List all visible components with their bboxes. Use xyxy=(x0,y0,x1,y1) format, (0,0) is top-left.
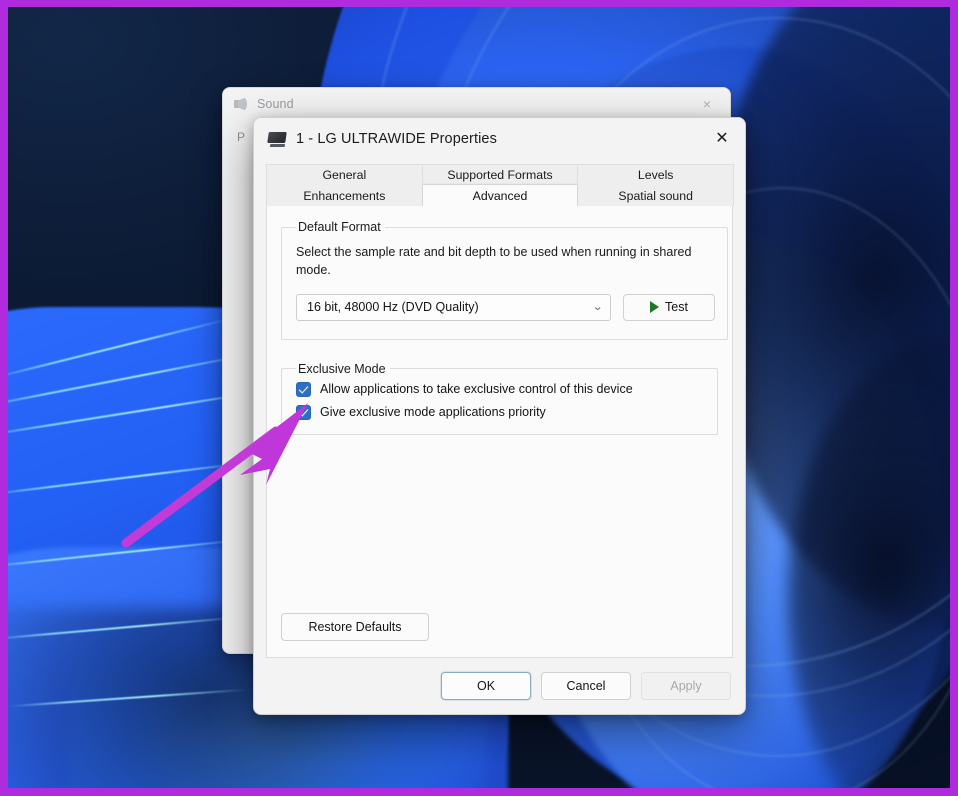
exclusive-mode-legend: Exclusive Mode xyxy=(296,362,390,376)
test-button[interactable]: Test xyxy=(623,294,715,321)
tab-spatial-sound[interactable]: Spatial sound xyxy=(577,185,734,206)
wallpaper-shadow-2 xyxy=(788,337,950,788)
checkbox-row-exclusive-priority[interactable]: Give exclusive mode applications priorit… xyxy=(296,405,705,420)
properties-dialog[interactable]: 1 - LG ULTRAWIDE Properties ✕ General Su… xyxy=(253,117,746,715)
sample-rate-dropdown[interactable]: 16 bit, 48000 Hz (DVD Quality) ⌄ xyxy=(296,294,611,321)
chevron-down-icon: ⌄ xyxy=(592,302,604,313)
checkbox-row-allow-exclusive-control[interactable]: Allow applications to take exclusive con… xyxy=(296,382,705,397)
wallpaper-streak-5 xyxy=(8,616,248,641)
screen-frame: Sound × P 1 - LG ULTRAWIDE Properties ✕ … xyxy=(0,0,958,796)
monitor-icon xyxy=(268,132,287,146)
test-button-label: Test xyxy=(665,300,688,314)
dialog-footer: OK Cancel Apply xyxy=(254,658,745,714)
properties-dialog-title: 1 - LG ULTRAWIDE Properties xyxy=(296,131,497,147)
default-format-row: 16 bit, 48000 Hz (DVD Quality) ⌄ Test xyxy=(296,294,715,321)
default-format-legend: Default Format xyxy=(296,220,385,234)
sound-window-titlebar[interactable]: Sound × xyxy=(223,88,730,120)
apply-button: Apply xyxy=(641,672,731,700)
sound-window-title: Sound xyxy=(257,97,294,111)
tab-row-2: Enhancements Advanced Spatial sound xyxy=(266,185,733,206)
exclusive-mode-group: Exclusive Mode Allow applications to tak… xyxy=(281,362,718,435)
wallpaper-streak-4 xyxy=(8,537,257,568)
tab-bar[interactable]: General Supported Formats Levels Enhance… xyxy=(266,164,733,206)
desktop-wallpaper: Sound × P 1 - LG ULTRAWIDE Properties ✕ … xyxy=(8,7,950,788)
ok-button[interactable]: OK xyxy=(441,672,531,700)
tab-enhancements[interactable]: Enhancements xyxy=(266,185,423,206)
tab-row-1: General Supported Formats Levels xyxy=(266,164,733,185)
sample-rate-value: 16 bit, 48000 Hz (DVD Quality) xyxy=(307,300,479,314)
tab-general[interactable]: General xyxy=(266,164,423,185)
default-format-description: Select the sample rate and bit depth to … xyxy=(296,244,696,280)
close-icon[interactable]: ✕ xyxy=(699,118,745,160)
speaker-icon xyxy=(233,96,249,112)
tab-supported-formats[interactable]: Supported Formats xyxy=(422,164,579,185)
wallpaper-streak-7 xyxy=(8,689,248,708)
advanced-tab-panel: Default Format Select the sample rate an… xyxy=(266,206,733,658)
default-format-group: Default Format Select the sample rate an… xyxy=(281,220,728,340)
checkbox-exclusive-mode-priority[interactable] xyxy=(296,405,311,420)
checkbox-allow-exclusive-control-label: Allow applications to take exclusive con… xyxy=(320,382,633,396)
tab-advanced[interactable]: Advanced xyxy=(422,184,579,206)
play-icon xyxy=(650,301,659,313)
wallpaper-streak-6 xyxy=(8,317,235,379)
checkbox-exclusive-mode-priority-label: Give exclusive mode applications priorit… xyxy=(320,405,546,419)
properties-dialog-titlebar[interactable]: 1 - LG ULTRAWIDE Properties ✕ xyxy=(254,118,745,160)
checkbox-allow-exclusive-control[interactable] xyxy=(296,382,311,397)
sound-window-close-icon[interactable]: × xyxy=(684,88,730,120)
cancel-button[interactable]: Cancel xyxy=(541,672,631,700)
sound-window-partial-tab: P xyxy=(237,130,245,144)
restore-defaults-button[interactable]: Restore Defaults xyxy=(281,613,429,641)
tab-levels[interactable]: Levels xyxy=(577,164,734,185)
